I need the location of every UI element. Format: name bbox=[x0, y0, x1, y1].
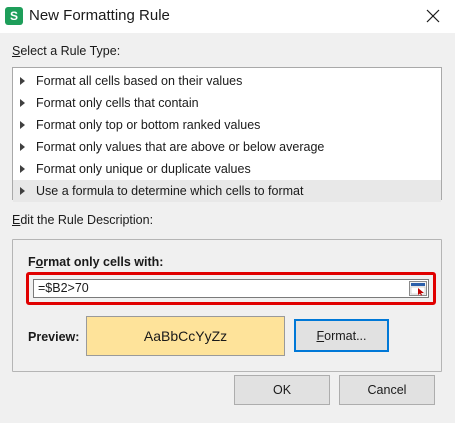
formula-input[interactable]: =$B2>70 bbox=[33, 279, 429, 298]
rule-type-item-label: Format only cells that contain bbox=[36, 96, 199, 110]
window-title: New Formatting Rule bbox=[29, 7, 170, 24]
triangle-right-icon bbox=[20, 99, 25, 107]
rule-description-label: Edit the Rule Description: bbox=[12, 213, 154, 227]
rule-type-item-label: Format all cells based on their values bbox=[36, 74, 243, 88]
triangle-right-icon bbox=[20, 143, 25, 151]
rule-type-item[interactable]: Format only values that are above or bel… bbox=[13, 136, 441, 158]
rule-type-item-label: Format only values that are above or bel… bbox=[36, 140, 325, 154]
rule-type-label: Select a Rule Type: bbox=[12, 44, 121, 58]
range-picker-icon bbox=[409, 281, 427, 296]
dialog-body: Select a Rule Type: Format all cells bas… bbox=[0, 33, 455, 423]
format-cells-heading: Format only cells with: bbox=[28, 255, 164, 269]
rule-type-item[interactable]: Format only top or bottom ranked values bbox=[13, 114, 441, 136]
rule-type-item[interactable]: Format only cells that contain bbox=[13, 92, 441, 114]
triangle-right-icon bbox=[20, 121, 25, 129]
rule-type-item-label: Use a formula to determine which cells t… bbox=[36, 184, 304, 198]
rule-type-item-label: Format only top or bottom ranked values bbox=[36, 118, 261, 132]
close-button[interactable] bbox=[418, 3, 448, 29]
rule-type-item-selected[interactable]: Use a formula to determine which cells t… bbox=[13, 180, 441, 202]
formula-highlight-frame: =$B2>70 bbox=[26, 272, 436, 305]
ok-button[interactable]: OK bbox=[234, 375, 330, 405]
close-icon bbox=[426, 9, 440, 23]
preview-sample-text: AaBbCcYyZz bbox=[143, 328, 228, 344]
triangle-right-icon bbox=[20, 165, 25, 173]
title-bar: S New Formatting Rule bbox=[0, 0, 455, 33]
rule-type-list[interactable]: Format all cells based on their values F… bbox=[12, 67, 442, 202]
cancel-button[interactable]: Cancel bbox=[339, 375, 435, 405]
rule-type-item-label: Format only unique or duplicate values bbox=[36, 162, 251, 176]
format-button[interactable]: Format... bbox=[294, 319, 389, 352]
rule-type-item[interactable]: Format all cells based on their values bbox=[13, 70, 441, 92]
triangle-right-icon bbox=[20, 77, 25, 85]
triangle-right-icon bbox=[20, 187, 25, 195]
rule-description-box: Format only cells with: =$B2>70 Preview:… bbox=[12, 239, 442, 372]
app-logo-icon: S bbox=[5, 7, 23, 25]
preview-box: AaBbCcYyZz bbox=[86, 316, 285, 356]
rule-type-item[interactable]: Format only unique or duplicate values bbox=[13, 158, 441, 180]
preview-label: Preview: bbox=[28, 330, 80, 344]
range-picker-button[interactable] bbox=[409, 281, 427, 296]
formula-value: =$B2>70 bbox=[38, 281, 89, 295]
